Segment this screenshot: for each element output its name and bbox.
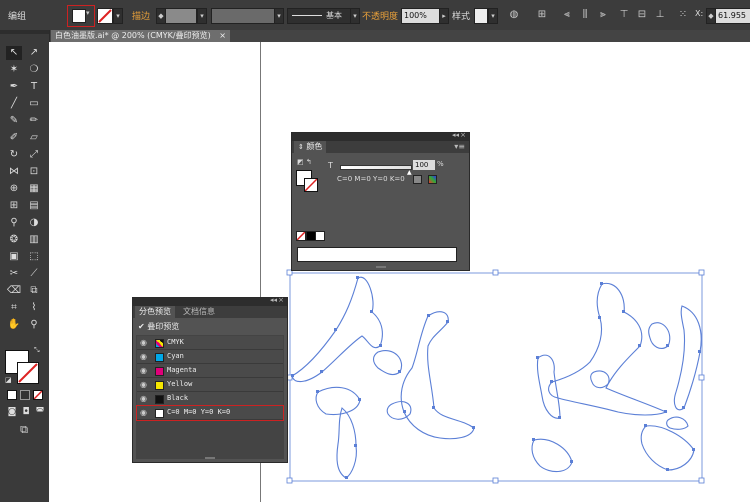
ink-row-black[interactable]: ◉ Black — [137, 392, 283, 406]
eye-icon[interactable]: ◉ — [140, 392, 147, 405]
right-glyph-stroke-outline — [673, 305, 702, 411]
eye-icon[interactable]: ◉ — [140, 336, 147, 349]
eye-icon[interactable]: ◉ — [140, 350, 147, 363]
color-mode-icon[interactable] — [428, 175, 437, 184]
eye-icon[interactable]: ◉ — [140, 378, 147, 391]
checkmark-icon: ✔ — [138, 322, 145, 331]
tint-slider[interactable] — [340, 165, 412, 170]
ink-list: ◉ CMYK ◉ Cyan ◉ Magenta ◉ Yellow ◉ Black… — [136, 335, 284, 459]
selection-bounding-box — [289, 272, 703, 482]
overprint-preview-label: 叠印预览 — [147, 322, 180, 331]
ink-name: Black — [167, 394, 189, 402]
color-panel: ◂◂ × ⇕ 颜色 ▾≡ ◩ ↰ T ▲ 100 % C=0 M=0 Y=0 K… — [291, 131, 470, 271]
left-glyph-stroke-outline — [400, 311, 475, 440]
right-glyph-stroke-outline — [666, 416, 689, 430]
swap-fill-stroke-icon[interactable]: ◩ ↰ — [297, 158, 312, 166]
ink-row-magenta[interactable]: ◉ Magenta — [137, 364, 283, 378]
ink-name: Yellow — [167, 380, 193, 388]
separations-preview-panel: ◂◂ × 分色预览 文档信息 ✔ 叠印预览 ◉ CMYK ◉ Cyan ◉ Ma… — [132, 296, 288, 463]
collapse-icon[interactable]: ◂◂ — [452, 131, 459, 139]
left-glyph-stroke-outline — [315, 386, 361, 416]
percent-unit: % — [437, 160, 444, 168]
ink-swatch — [155, 395, 164, 404]
ink-name: C=0 M=0 Y=0 K=0 — [167, 408, 231, 416]
cmyk-readout: C=0 M=0 Y=0 K=0 — [337, 175, 405, 183]
right-glyph-stroke-outline — [640, 425, 695, 471]
resize-grip-icon[interactable] — [376, 266, 386, 268]
eye-icon[interactable]: ◉ — [140, 406, 147, 419]
anchor-points — [291, 276, 701, 479]
overprint-preview-toggle[interactable]: ✔ 叠印预览 — [138, 321, 179, 332]
right-glyph-stroke-outline — [531, 438, 573, 473]
left-glyph-stroke-outline — [386, 401, 412, 420]
ink-row-spot-white[interactable]: ◉ C=0 M=0 Y=0 K=0 — [136, 405, 284, 421]
ink-row-cyan[interactable]: ◉ Cyan — [137, 350, 283, 364]
slider-handle-icon[interactable]: ▲ — [407, 169, 412, 176]
ink-swatch — [155, 367, 164, 376]
ink-name: CMYK — [167, 338, 184, 346]
ink-row-yellow[interactable]: ◉ Yellow — [137, 378, 283, 392]
ink-swatch — [155, 339, 164, 348]
right-glyph-stroke-outline — [548, 282, 668, 416]
right-glyph-stroke-outline — [590, 370, 610, 389]
panel-menu-icon[interactable]: ▾≡ — [454, 141, 465, 153]
white-color-chip[interactable] — [315, 231, 325, 241]
ink-swatch — [155, 409, 164, 418]
tab-document-info[interactable]: 文档信息 — [179, 306, 219, 318]
none-slash-icon — [304, 178, 318, 192]
ink-swatch — [155, 381, 164, 390]
ink-name: Cyan — [167, 352, 184, 360]
ink-name: Magenta — [167, 366, 197, 374]
left-glyph-stroke-outline — [372, 350, 402, 376]
tab-separations-preview[interactable]: 分色预览 — [135, 306, 175, 318]
close-panel-icon[interactable]: × — [460, 131, 466, 139]
tint-value-input[interactable]: 100 — [413, 160, 435, 170]
close-panel-icon[interactable]: × — [278, 296, 284, 304]
color-spectrum-bar[interactable] — [297, 247, 457, 262]
ink-swatch — [155, 353, 164, 362]
separations-panel-tabs: 分色预览 文档信息 — [133, 306, 287, 318]
out-of-gamut-icon[interactable] — [413, 175, 422, 184]
tab-color[interactable]: ⇕ 颜色 — [294, 141, 327, 153]
left-glyph-stroke-outline — [336, 407, 357, 479]
stroke-swatch[interactable] — [304, 178, 318, 192]
cycle-icon: ⇕ — [298, 143, 304, 151]
tint-channel-label: T — [328, 161, 333, 170]
separations-panel-header[interactable]: ◂◂ × — [133, 296, 287, 306]
collapse-icon[interactable]: ◂◂ — [270, 296, 277, 304]
eye-icon[interactable]: ◉ — [140, 364, 147, 377]
color-panel-header[interactable]: ◂◂ × — [292, 131, 469, 141]
tab-color-label: 颜色 — [306, 142, 323, 151]
color-panel-tabs: ⇕ 颜色 ▾≡ — [292, 141, 469, 153]
left-glyph-stroke-outline — [291, 276, 383, 383]
resize-grip-icon[interactable] — [205, 457, 215, 459]
none-color-chip[interactable] — [296, 231, 306, 241]
ink-row-cmyk[interactable]: ◉ CMYK — [137, 336, 283, 350]
